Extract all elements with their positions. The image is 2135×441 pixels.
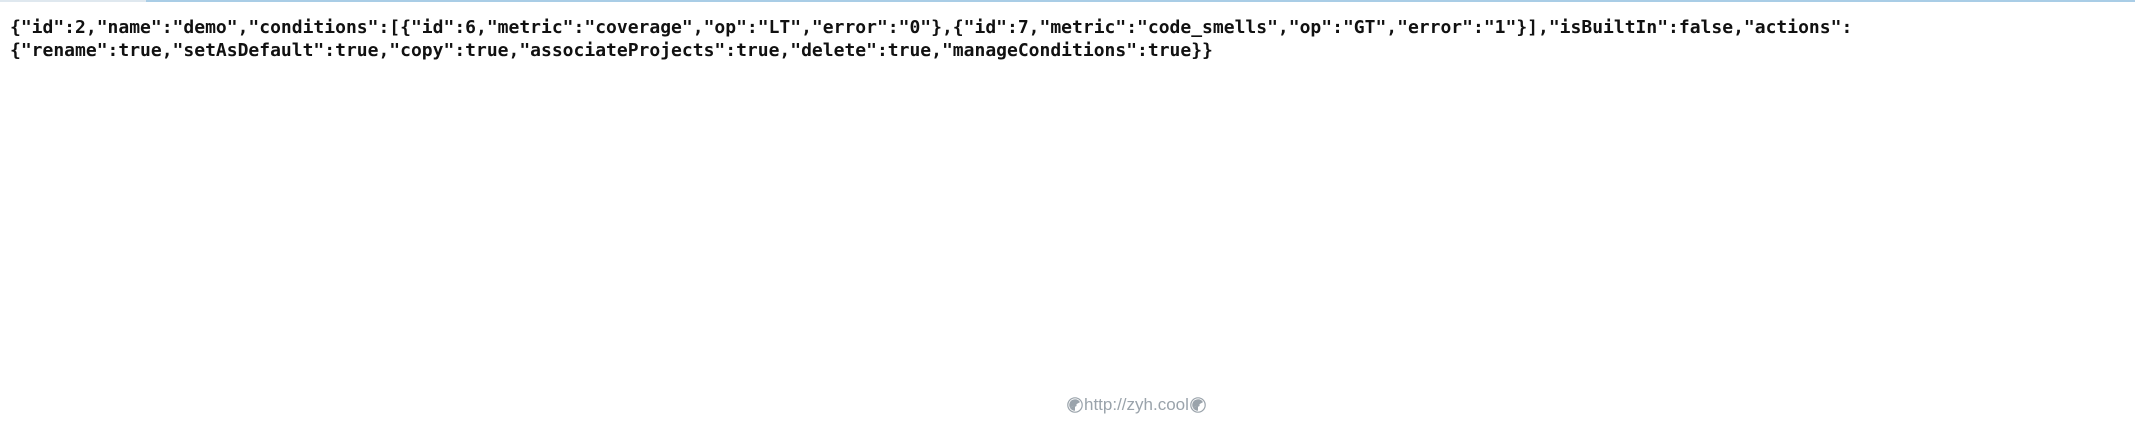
raw-json-response: {"id":2,"name":"demo","conditions":[{"id… (10, 17, 1853, 61)
watermark: http://zyh.cool (1066, 393, 1236, 417)
radiation-icon (1067, 397, 1083, 413)
top-edge-highlight (146, 0, 2135, 2)
browser-json-viewport: {"id":2,"name":"demo","conditions":[{"id… (0, 0, 2135, 441)
watermark-text: http://zyh.cool (1084, 395, 1189, 414)
radiation-icon (1190, 397, 1206, 413)
